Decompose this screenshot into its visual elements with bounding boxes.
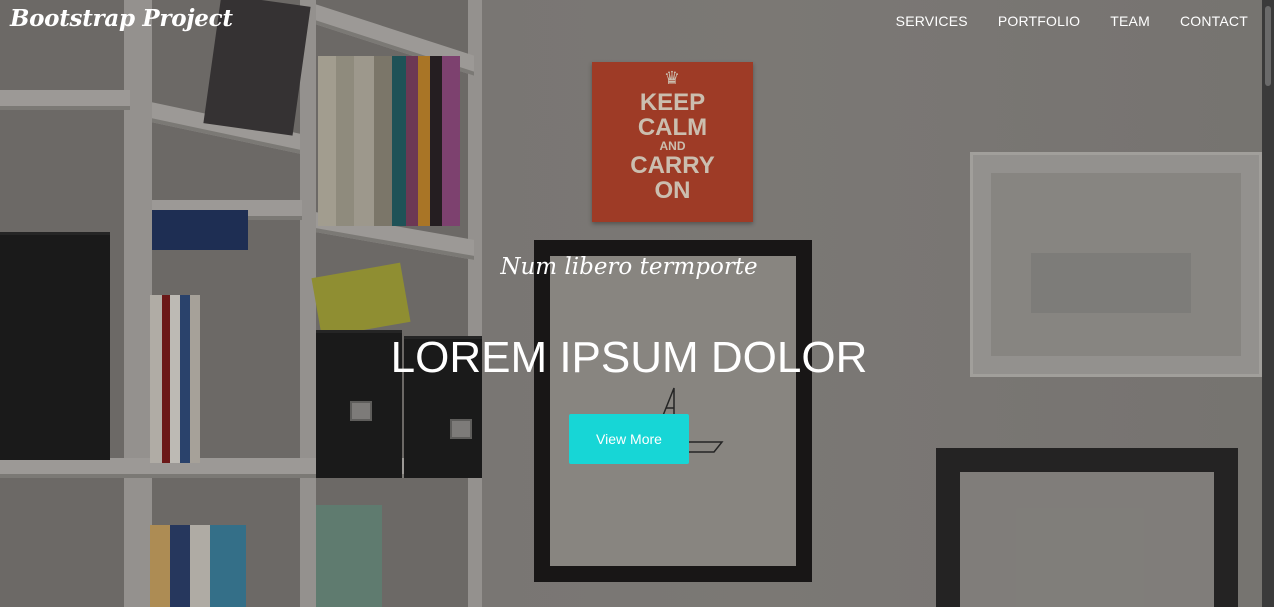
nav-link-portfolio[interactable]: PORTFOLIO [998, 13, 1080, 29]
hero-section: ♛ KEEP CALM AND CARRY ON Bootstrap Proje… [0, 0, 1274, 607]
nav-link-services[interactable]: SERVICES [896, 13, 968, 29]
main-nav: SERVICES PORTFOLIO TEAM CONTACT [866, 13, 1248, 29]
view-more-button[interactable]: View More [569, 414, 689, 464]
nav-link-team[interactable]: TEAM [1110, 13, 1150, 29]
hero-subheading: Num libero termporte [500, 254, 758, 280]
hero-overlay [0, 0, 1274, 607]
scrollbar-thumb[interactable] [1265, 6, 1271, 86]
page-scrollbar[interactable] [1262, 0, 1274, 607]
hero-heading: LOREM IPSUM DOLOR [390, 333, 868, 382]
brand-logo[interactable]: Bootstrap Project [10, 5, 233, 32]
nav-link-contact[interactable]: CONTACT [1180, 13, 1248, 29]
